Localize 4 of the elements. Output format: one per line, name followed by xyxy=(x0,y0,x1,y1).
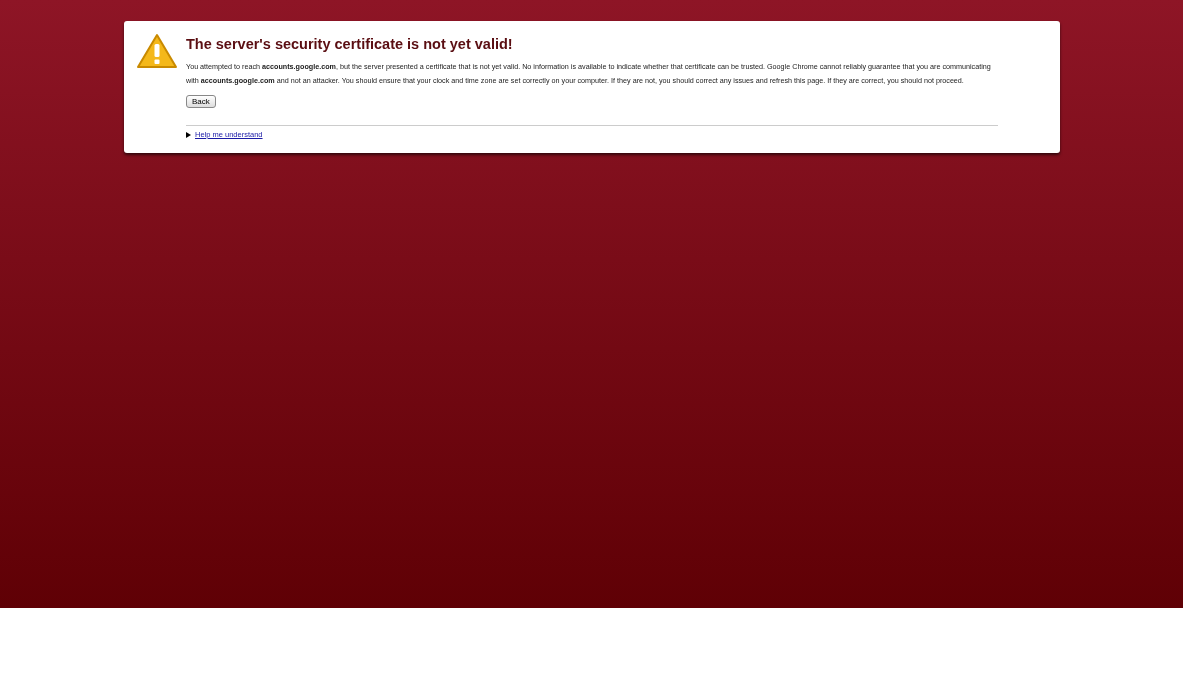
warning-icon xyxy=(136,33,178,69)
error-title: The server's security certificate is not yet valid! xyxy=(186,36,514,52)
back-button[interactable]: Back xyxy=(186,95,216,108)
expand-arrow-icon[interactable] xyxy=(186,131,191,138)
